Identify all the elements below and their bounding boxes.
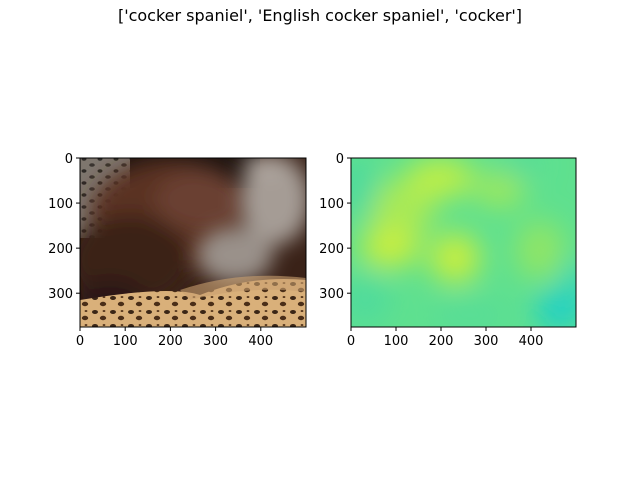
y-tick-label: 300 xyxy=(48,287,73,302)
x-tick-label: 0 xyxy=(347,334,355,349)
y-tick-label: 100 xyxy=(319,197,344,212)
figure: ['cocker spaniel', 'English cocker spani… xyxy=(0,0,640,480)
saliency-heatmap-image xyxy=(351,158,576,327)
photo-panel: 0 100 200 300 400 0 100 200 300 xyxy=(48,152,307,349)
x-tick-label: 300 xyxy=(474,334,499,349)
y-tick-label: 0 xyxy=(65,152,73,167)
x-tick-label: 100 xyxy=(113,334,138,349)
dog-photo-image xyxy=(80,158,306,327)
figure-canvas: 0 100 200 300 400 0 100 200 300 0 100 200 30… xyxy=(48,152,577,349)
y-tick-label: 100 xyxy=(48,197,73,212)
saliency-panel: 0 100 200 300 400 0 100 200 300 xyxy=(319,152,577,349)
x-tick-label: 400 xyxy=(519,334,544,349)
x-tick-label: 200 xyxy=(429,334,454,349)
x-tick-label: 300 xyxy=(203,334,228,349)
x-tick-label: 0 xyxy=(76,334,84,349)
y-tick-label: 200 xyxy=(48,242,73,257)
y-tick-label: 200 xyxy=(319,242,344,257)
x-tick-label: 100 xyxy=(384,334,409,349)
y-tick-label: 0 xyxy=(336,152,344,167)
x-tick-label: 400 xyxy=(248,334,273,349)
y-tick-label: 300 xyxy=(319,287,344,302)
x-tick-label: 200 xyxy=(158,334,183,349)
